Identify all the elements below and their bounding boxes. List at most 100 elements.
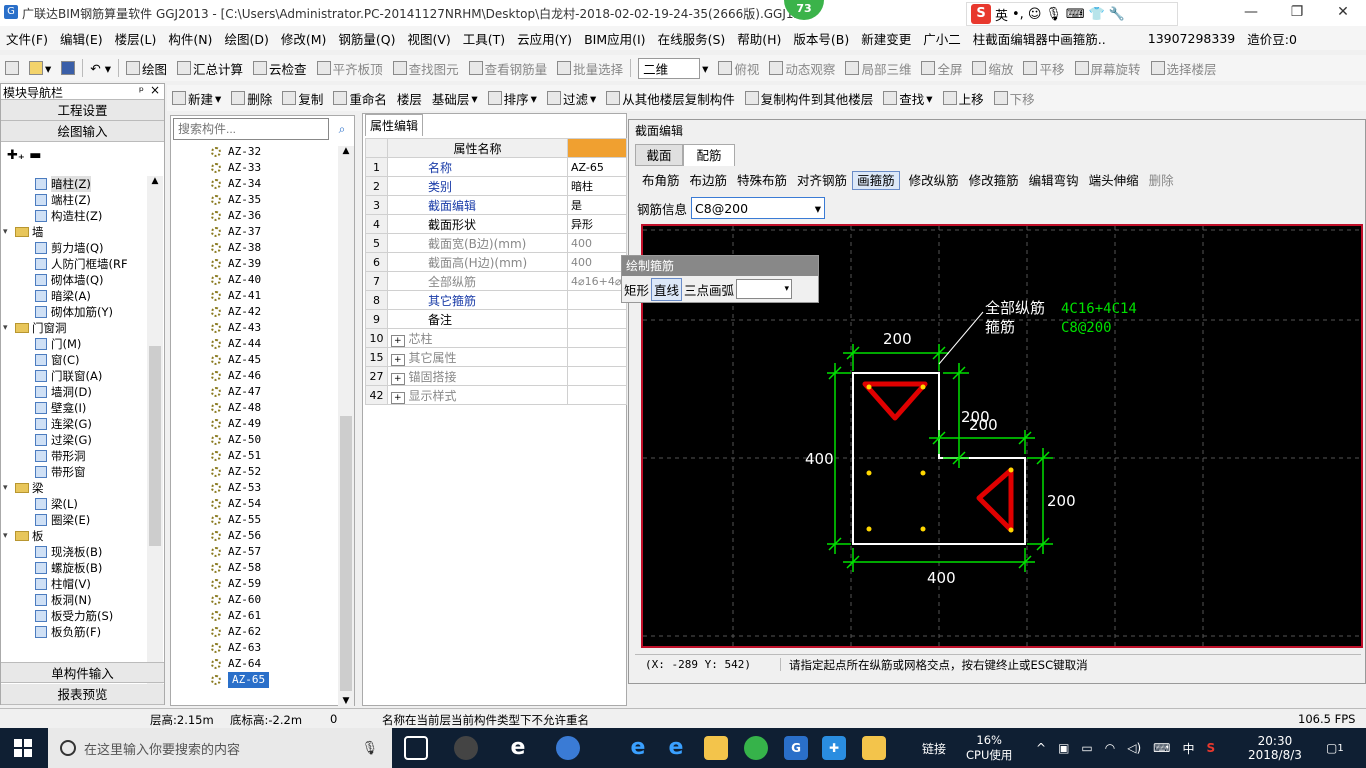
component-toolbar-item[interactable]: 复制 [277,87,328,109]
toolbar-item[interactable]: 局部三维 [840,57,916,79]
nav-tree-item[interactable]: 窗(C) [3,352,146,368]
task-view-icon[interactable] [404,736,428,760]
chevron-up-icon[interactable]: ^ [1036,741,1046,755]
property-row[interactable]: 42 + 显示样式 [365,385,627,405]
draw-stirrup-combo[interactable]: ▾ [736,279,793,299]
active-app-icon[interactable]: ✚ [822,736,846,760]
toolbar-item[interactable]: 全屏 [916,57,967,79]
menu-item[interactable]: 视图(V) [401,29,456,48]
chevron-down-icon[interactable]: ▾ [3,320,15,336]
property-row[interactable]: 1 名称 AZ-65 [365,157,627,177]
property-row[interactable]: 10 + 芯柱 [365,328,627,348]
component-list-item[interactable]: AZ-43 [211,320,341,336]
property-row[interactable]: 8 其它箍筋 [365,290,627,310]
editor-tool[interactable]: 修改箍筋 [964,173,1024,188]
menu-item[interactable]: 修改(M) [275,29,333,48]
chevron-down-icon[interactable]: ▾ [3,528,15,544]
property-value[interactable] [567,309,627,329]
nav-tree-item[interactable]: 砌体加筋(Y) [3,304,146,320]
toolbar-item[interactable]: 云检查 [248,57,312,79]
expand-icon[interactable]: + [391,353,405,366]
menu-item[interactable]: 13907298339 [1142,31,1241,46]
editor-tool[interactable]: 删除 [1144,173,1179,188]
component-toolbar-item[interactable]: 基础层 ▾ [427,87,483,109]
new-file-icon[interactable] [0,57,24,79]
component-list-item[interactable]: AZ-35 [211,192,341,208]
component-list-item[interactable]: AZ-33 [211,160,341,176]
component-list-item[interactable]: AZ-54 [211,496,341,512]
property-row[interactable]: 27 + 锚固搭接 [365,366,627,386]
component-list-item[interactable]: AZ-60 [211,592,341,608]
nav-btn-single-component[interactable]: 单构件输入 [1,662,164,683]
chevron-down-icon[interactable]: ▾ [3,480,15,496]
component-list-item[interactable]: AZ-38 [211,240,341,256]
toolbar-item[interactable]: 查看钢筋量 [464,57,553,79]
emoji-icon[interactable]: ☺ [1028,7,1042,22]
nav-close-icon[interactable]: × [150,83,160,97]
property-row[interactable]: 9 备注 [365,309,627,329]
component-toolbar-item[interactable]: 重命名 [328,87,392,109]
component-list-item[interactable]: AZ-52 [211,464,341,480]
nav-tree-item[interactable]: 现浇板(B) [3,544,146,560]
wifi-icon[interactable]: ◠ [1105,741,1115,755]
menu-item[interactable]: 在线服务(S) [652,29,732,48]
property-value[interactable]: 400 [567,252,627,272]
component-search-input[interactable] [173,118,329,140]
nav-btn-report-preview[interactable]: 报表预览 [1,684,164,705]
property-value[interactable]: 4⌀16+4⌀14 [567,271,627,291]
draw-stirrup-mode[interactable]: 直线 [651,277,683,301]
toolbar-item[interactable]: 批量选择 [552,57,628,79]
component-toolbar-item[interactable]: 下移 [989,87,1040,109]
component-list-item[interactable]: AZ-32 [211,144,341,160]
toolbar-item[interactable]: 查找图元 [388,57,464,79]
component-toolbar-item[interactable]: 删除 [226,87,277,109]
nav-tree-item[interactable]: 圈梁(E) [3,512,146,528]
component-list-item[interactable]: AZ-62 [211,624,341,640]
minimize-button[interactable]: — [1228,0,1274,26]
ime-toolbar[interactable]: S 英 •, ☺ 🎙 ⌨ 👕 🔧 [966,2,1178,26]
editor-tool[interactable]: 画箍筋 [852,171,900,190]
maximize-button[interactable]: ❐ [1274,0,1320,26]
view-combo[interactable]: 二维 ▾ [633,57,713,79]
nav-tree-folder[interactable]: ▾ 墙 [3,224,146,240]
chevron-down-icon[interactable]: ▾ [3,224,15,240]
nav-tree-folder[interactable]: ▾ 门窗洞 [3,320,146,336]
property-row[interactable]: 3 截面编辑 是 [365,195,627,215]
nav-tree-item[interactable]: 螺旋板(B) [3,560,146,576]
toolbar-item[interactable]: 缩放 [967,57,1018,79]
expand-icon[interactable]: + [391,334,405,347]
nav-tree-item[interactable]: 带形洞 [3,448,146,464]
nav-tree-item[interactable]: 门(M) [3,336,146,352]
mic-icon[interactable]: 🎙 [361,741,378,756]
property-value[interactable] [567,385,627,405]
nav-tree-folder[interactable]: ▾ 板 [3,528,146,544]
nav-tree-folder[interactable]: ▾ 梁 [3,480,146,496]
menu-item[interactable]: 绘图(D) [218,29,274,48]
tray-link[interactable]: 链接 [922,728,946,768]
menu-item[interactable]: 文件(F) [0,29,54,48]
component-list-item[interactable]: AZ-49 [211,416,341,432]
property-row[interactable]: 6 截面高(H边)(mm) 400 [365,252,627,272]
component-list-item[interactable]: AZ-44 [211,336,341,352]
menu-item[interactable]: 帮助(H) [731,29,787,48]
punct-icon[interactable]: •, [1012,7,1024,22]
nav-tree-item[interactable]: 端柱(Z) [3,192,146,208]
nav-tree-item[interactable]: 连梁(G) [3,416,146,432]
keyboard-icon[interactable]: ⌨ [1066,7,1085,22]
nav-tree-item[interactable]: 板负筋(F) [3,624,146,640]
nav-tree-item[interactable]: 板受力筋(S) [3,608,146,624]
battery-icon[interactable]: ▭ [1081,741,1092,755]
menu-item[interactable]: 编辑(E) [54,29,109,48]
file-explorer-icon[interactable] [704,736,728,760]
expand-icon[interactable]: + [391,372,405,385]
component-list-item[interactable]: AZ-58 [211,560,341,576]
editor-tool[interactable]: 布边筋 [685,173,733,188]
nav-tree-item[interactable]: 门联窗(A) [3,368,146,384]
action-center-icon[interactable]: ▢ 1 [1326,728,1344,768]
menu-item[interactable]: 工具(T) [457,29,511,48]
component-list-item[interactable]: AZ-57 [211,544,341,560]
nav-tree-item[interactable]: 梁(L) [3,496,146,512]
wrench-icon[interactable]: 🔧 [1109,7,1125,22]
property-value[interactable]: 暗柱 [567,176,627,196]
property-value[interactable]: 异形 [567,214,627,234]
